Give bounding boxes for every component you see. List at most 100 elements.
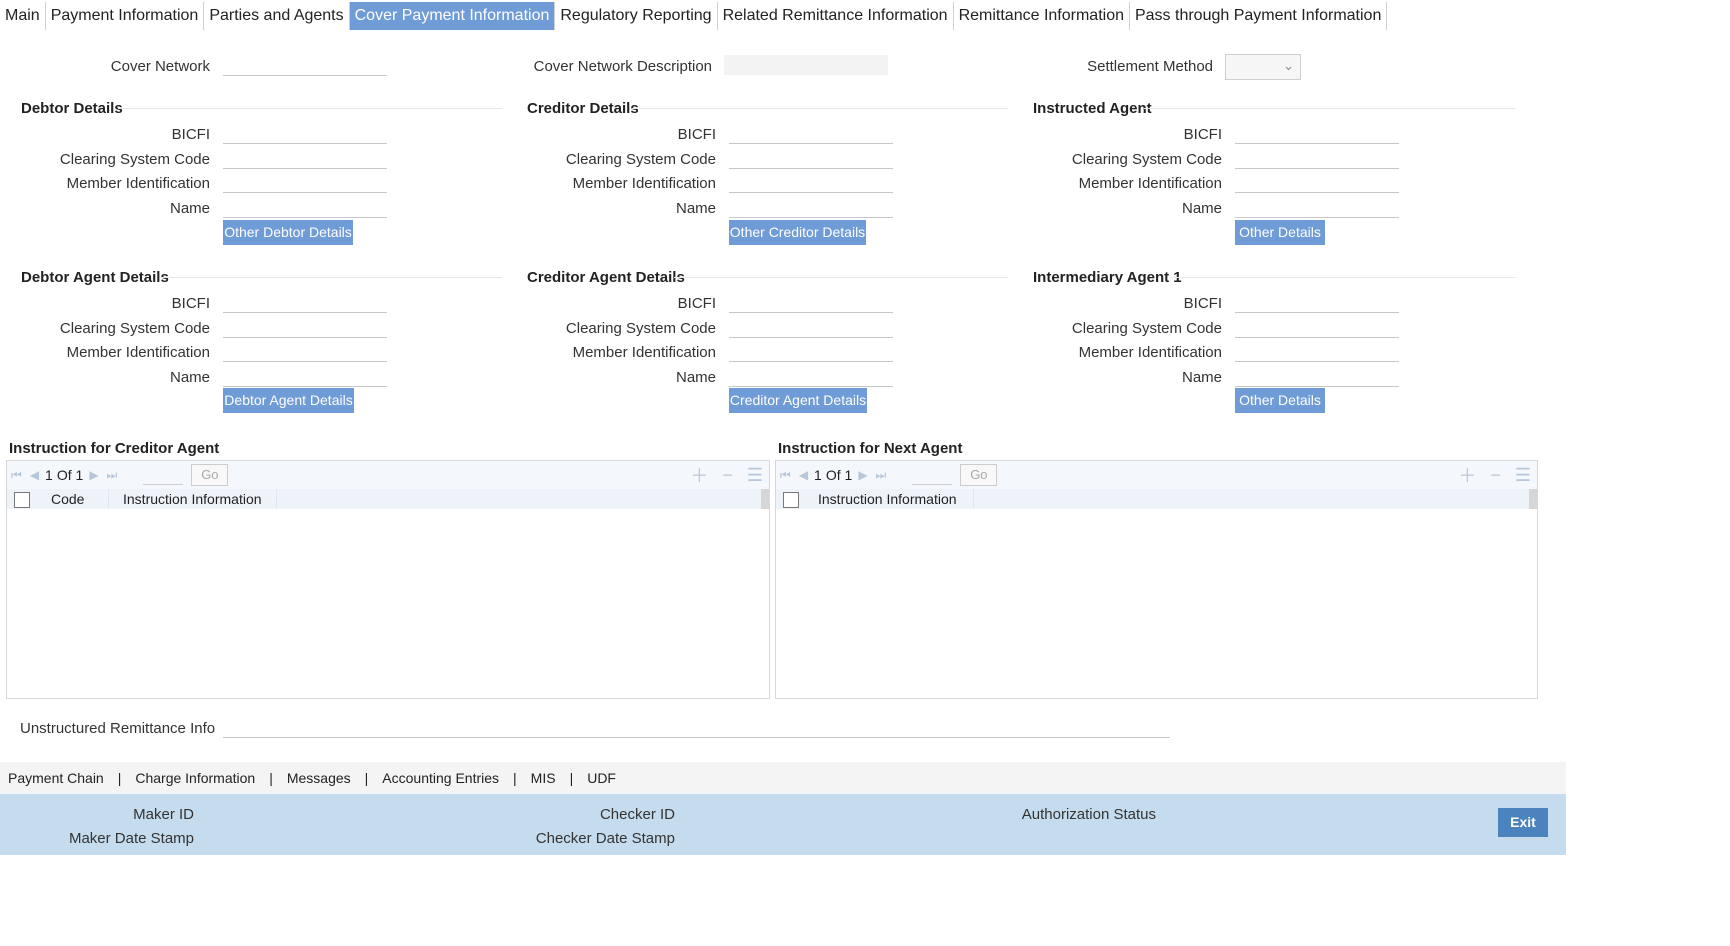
instruction-next-agent-grid: ⏮ ◀ 1 Of 1 ▶ ⏭ Go ＋ − ☰ Instruction Info… [775,460,1538,699]
previous-page-icon[interactable]: ◀ [30,468,39,482]
select-all-checkbox[interactable] [14,491,30,508]
next-page-icon[interactable]: ▶ [89,468,98,482]
creditor-bicfi-field[interactable] [729,124,893,144]
first-page-icon[interactable]: ⏮ [11,468,22,483]
debtor-clearing-field[interactable] [223,149,387,169]
udf-link[interactable]: UDF [587,770,616,786]
tab-regulatory-reporting[interactable]: Regulatory Reporting [555,2,718,30]
debtor-member-field[interactable] [223,173,387,193]
instructed-other-details-button[interactable]: Other Details [1235,220,1325,245]
separator: | [269,770,273,786]
tab-related-remittance-information[interactable]: Related Remittance Information [718,2,954,30]
intermediary-member-field[interactable] [1235,342,1399,362]
creditor-name-label: Name [675,200,716,217]
creditor-agent-bicfi-field[interactable] [729,293,893,313]
add-row-icon[interactable]: ＋ [1458,462,1476,488]
instructed-bicfi-label: BICFI [1183,126,1222,143]
tab-remittance-information[interactable]: Remittance Information [954,2,1130,30]
delete-row-icon[interactable]: − [1490,465,1501,486]
debtor-agent-clearing-label: Clearing System Code [59,320,210,337]
delete-row-icon[interactable]: − [722,465,733,486]
messages-link[interactable]: Messages [287,770,351,786]
debtor-agent-name-field[interactable] [223,367,387,387]
other-debtor-details-button[interactable]: Other Debtor Details [223,220,353,245]
tab-parties-and-agents[interactable]: Parties and Agents [204,2,350,30]
column-header-instruction-information[interactable]: Instruction Information [806,489,974,509]
scrollbar[interactable] [1529,489,1537,509]
grid-toolbar: ⏮ ◀ 1 Of 1 ▶ ⏭ Go ＋ − ☰ [7,461,769,489]
scrollbar[interactable] [761,489,769,509]
column-header-code[interactable]: Code [37,489,109,509]
intermediary-bicfi-field[interactable] [1235,293,1399,313]
debtor-agent-clearing-field[interactable] [223,318,387,338]
go-button[interactable]: Go [960,464,998,486]
tab-payment-information[interactable]: Payment Information [46,2,205,30]
instructed-member-label: Member Identification [1078,175,1222,192]
creditor-agent-name-label: Name [675,369,716,386]
next-page-icon[interactable]: ▶ [858,468,867,482]
divider [160,277,502,278]
select-all-checkbox[interactable] [783,491,799,508]
exit-button[interactable]: Exit [1498,808,1548,837]
intermediary-agent-title: Intermediary Agent 1 [1033,269,1182,286]
add-row-icon[interactable]: ＋ [690,462,708,488]
go-button[interactable]: Go [191,464,229,486]
mis-link[interactable]: MIS [531,770,556,786]
single-view-icon[interactable]: ☰ [1515,465,1531,486]
instructed-agent-title: Instructed Agent [1033,100,1152,117]
creditor-name-field[interactable] [729,198,893,218]
creditor-agent-member-field[interactable] [729,342,893,362]
charge-information-link[interactable]: Charge Information [135,770,255,786]
previous-page-icon[interactable]: ◀ [799,468,808,482]
settlement-method-select[interactable]: ⌄ [1225,54,1301,80]
instructed-clearing-field[interactable] [1235,149,1399,169]
tab-pass-through-payment-information[interactable]: Pass through Payment Information [1130,2,1388,30]
page-input[interactable] [143,465,184,485]
creditor-agent-name-field[interactable] [729,367,893,387]
first-page-icon[interactable]: ⏮ [780,468,791,483]
creditor-member-field[interactable] [729,173,893,193]
debtor-agent-details-button[interactable]: Debtor Agent Details [223,388,354,413]
tab-cover-payment-information[interactable]: Cover Payment Information [349,2,556,30]
intermediary-clearing-field[interactable] [1235,318,1399,338]
unstructured-remittance-field[interactable] [223,718,1170,738]
creditor-agent-details-button[interactable]: Creditor Agent Details [729,388,867,413]
last-page-icon[interactable]: ⏭ [107,468,118,483]
column-header-instruction-information[interactable]: Instruction Information [109,489,277,509]
intermediary-clearing-label: Clearing System Code [1071,320,1222,337]
other-creditor-details-button[interactable]: Other Creditor Details [729,220,866,245]
creditor-agent-clearing-field[interactable] [729,318,893,338]
authorization-status-label: Authorization Status [1021,806,1156,823]
intermediary-bicfi-label: BICFI [1183,295,1222,312]
instructed-name-field[interactable] [1235,198,1399,218]
maker-date-stamp-label: Maker Date Stamp [68,830,194,847]
instructed-member-field[interactable] [1235,173,1399,193]
debtor-bicfi-field[interactable] [223,124,387,144]
page-input[interactable] [912,465,953,485]
last-page-icon[interactable]: ⏭ [876,468,887,483]
divider [1170,277,1516,278]
debtor-agent-bicfi-label: BICFI [171,295,210,312]
intermediary-name-field[interactable] [1235,367,1399,387]
debtor-agent-bicfi-field[interactable] [223,293,387,313]
creditor-clearing-field[interactable] [729,149,893,169]
single-view-icon[interactable]: ☰ [747,465,763,486]
checker-date-stamp-label: Checker Date Stamp [535,830,675,847]
debtor-clearing-label: Clearing System Code [59,151,210,168]
separator: | [117,770,122,786]
unstructured-remittance-label: Unstructured Remittance Info [20,720,216,737]
accounting-entries-link[interactable]: Accounting Entries [382,770,499,786]
instruction-next-agent-title: Instruction for Next Agent [778,440,963,457]
instructed-bicfi-field[interactable] [1235,124,1399,144]
debtor-agent-member-field[interactable] [223,342,387,362]
intermediary-name-label: Name [1181,369,1222,386]
intermediary-other-details-button[interactable]: Other Details [1235,388,1325,413]
grid-toolbar: ⏮ ◀ 1 Of 1 ▶ ⏭ Go ＋ − ☰ [776,461,1537,489]
creditor-member-label: Member Identification [572,175,716,192]
cover-network-field[interactable] [223,56,387,76]
payment-chain-link[interactable]: Payment Chain [8,770,104,786]
tab-main[interactable]: Main [0,2,46,30]
separator: | [364,770,369,786]
debtor-name-field[interactable] [223,198,387,218]
page-number: 1 [814,467,822,483]
